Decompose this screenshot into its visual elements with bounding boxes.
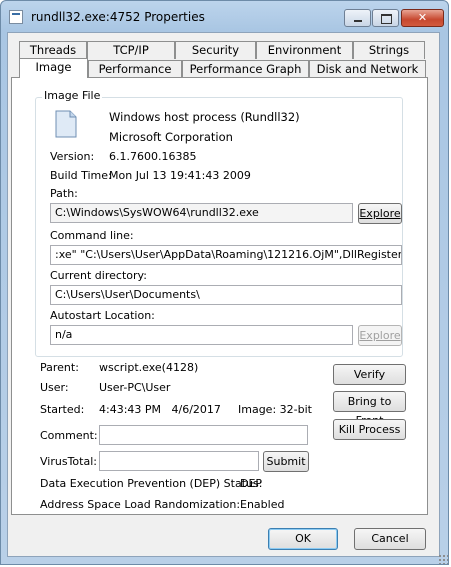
maximize-button[interactable] — [372, 9, 399, 27]
explore-autostart-button[interactable]: Explore — [358, 325, 402, 346]
virustotal-label: VirusTotal: — [40, 455, 97, 468]
ok-button[interactable]: OK — [268, 528, 338, 550]
dep-label: Data Execution Prevention (DEP) Status: — [40, 477, 263, 490]
minimize-button[interactable] — [344, 9, 371, 27]
window-title: rundll32.exe:4752 Properties — [31, 10, 205, 24]
current-directory-label: Current directory: — [50, 269, 147, 282]
path-field[interactable]: C:\Windows\SysWOW64\rundll32.exe — [50, 203, 353, 223]
tab-disk-and-network[interactable]: Disk and Network — [309, 60, 426, 78]
close-button[interactable]: ✕ — [401, 9, 444, 27]
kill-process-button[interactable]: Kill Process — [333, 419, 406, 440]
dep-value: DEP — [240, 477, 263, 490]
virustotal-field[interactable] — [99, 451, 259, 471]
parent-label: Parent: — [40, 361, 79, 374]
tab-tcpip[interactable]: TCP/IP — [87, 41, 175, 59]
tab-strings[interactable]: Strings — [353, 41, 425, 59]
comment-label: Comment: — [40, 429, 98, 442]
started-value: 4:43:43 PM 4/6/2017 — [99, 403, 221, 416]
version-value: 6.1.7600.16385 — [109, 150, 197, 163]
aslr-label: Address Space Load Randomization: — [40, 498, 241, 511]
autostart-field[interactable]: n/a — [50, 325, 353, 345]
resize-grip[interactable] — [438, 554, 448, 564]
parent-value: wscript.exe(4128) — [99, 361, 199, 374]
explore-label: Explore — [359, 207, 401, 220]
current-directory-field[interactable]: C:\Users\User\Documents\ — [50, 285, 402, 305]
build-time-value: Mon Jul 13 19:41:43 2009 — [109, 169, 251, 182]
image-bitness: Image: 32-bit — [238, 403, 312, 416]
file-icon — [55, 110, 77, 138]
version-label: Version: — [50, 150, 95, 163]
bring-to-front-button[interactable]: Bring to Front — [333, 391, 406, 427]
build-time-label: Build Time: — [50, 169, 112, 182]
tab-environment[interactable]: Environment — [256, 41, 353, 59]
tab-security[interactable]: Security — [175, 41, 256, 59]
submit-button[interactable]: Submit — [263, 451, 309, 472]
tab-threads[interactable]: Threads — [19, 41, 87, 59]
verify-button[interactable]: Verify — [333, 364, 406, 385]
user-value: User-PC\User — [99, 381, 171, 394]
explore-path-button[interactable]: Explore — [358, 203, 402, 224]
file-description: Windows host process (Rundll32) — [109, 110, 300, 124]
file-company: Microsoft Corporation — [109, 130, 233, 144]
cancel-button[interactable]: Cancel — [354, 528, 426, 550]
app-icon — [9, 10, 23, 24]
group-label-image-file: Image File — [42, 89, 103, 102]
command-line-field[interactable]: :xe" "C:\Users\User\AppData\Roaming\1212… — [50, 245, 402, 265]
started-label: Started: — [40, 403, 85, 416]
user-label: User: — [40, 381, 69, 394]
command-line-label: Command line: — [50, 229, 134, 242]
tab-performance[interactable]: Performance — [88, 60, 182, 78]
tab-image[interactable]: Image — [19, 58, 88, 78]
title-bar[interactable]: rundll32.exe:4752 Properties ✕ — [1, 1, 448, 33]
path-label: Path: — [50, 187, 78, 200]
autostart-label: Autostart Location: — [50, 309, 155, 322]
explore-autostart-label: Explore — [359, 329, 401, 342]
comment-field[interactable] — [99, 425, 308, 445]
aslr-value: Enabled — [240, 498, 285, 511]
tab-performance-graph[interactable]: Performance Graph — [182, 60, 309, 78]
